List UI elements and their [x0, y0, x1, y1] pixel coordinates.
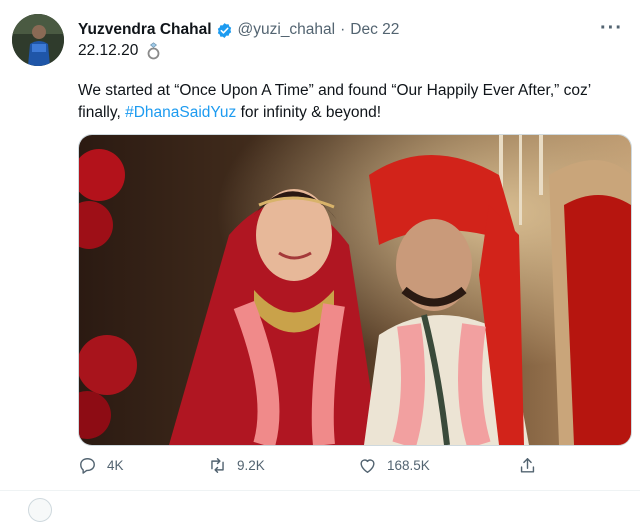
tweet-header: Yuzvendra Chahal @yuzi_chahal · Dec 22 — [78, 19, 399, 41]
reply-count: 4K — [107, 458, 124, 473]
like-count: 168.5K — [387, 458, 430, 473]
more-options-icon[interactable]: ··· — [600, 18, 623, 38]
heart-icon — [360, 459, 375, 473]
hashtag-link[interactable]: #DhanaSaidYuz — [125, 104, 236, 121]
retweet-button[interactable]: 9.2K — [208, 456, 265, 475]
author-avatar[interactable] — [12, 14, 64, 66]
tweet-text-part2: for infinity & beyond! — [236, 104, 382, 121]
tweet-text: We started at “Once Upon A Time” and fou… — [78, 80, 623, 124]
author-handle[interactable]: @yuzi_chahal — [238, 21, 336, 39]
reply-button[interactable]: 4K — [78, 456, 124, 475]
tweet-date[interactable]: Dec 22 — [350, 21, 399, 39]
share-icon — [520, 458, 535, 473]
tweet-subline: 22.12.20 — [78, 42, 161, 60]
share-button[interactable] — [518, 456, 547, 475]
subline-date: 22.12.20 — [78, 42, 139, 59]
tweet-card[interactable]: Yuzvendra Chahal @yuzi_chahal · Dec 22 ·… — [0, 0, 640, 522]
tweet-actions: 4K 9.2K 168.5K — [78, 456, 548, 478]
verified-badge-icon — [216, 22, 233, 39]
like-button[interactable]: 168.5K — [358, 456, 430, 475]
header-separator: · — [340, 21, 346, 38]
reply-icon — [80, 458, 95, 474]
retweet-count: 9.2K — [237, 458, 265, 473]
tweet-divider — [0, 490, 640, 491]
tweet-photo[interactable] — [78, 134, 632, 446]
ring-icon — [146, 42, 161, 60]
retweet-icon — [211, 458, 224, 473]
author-name[interactable]: Yuzvendra Chahal — [78, 21, 212, 39]
